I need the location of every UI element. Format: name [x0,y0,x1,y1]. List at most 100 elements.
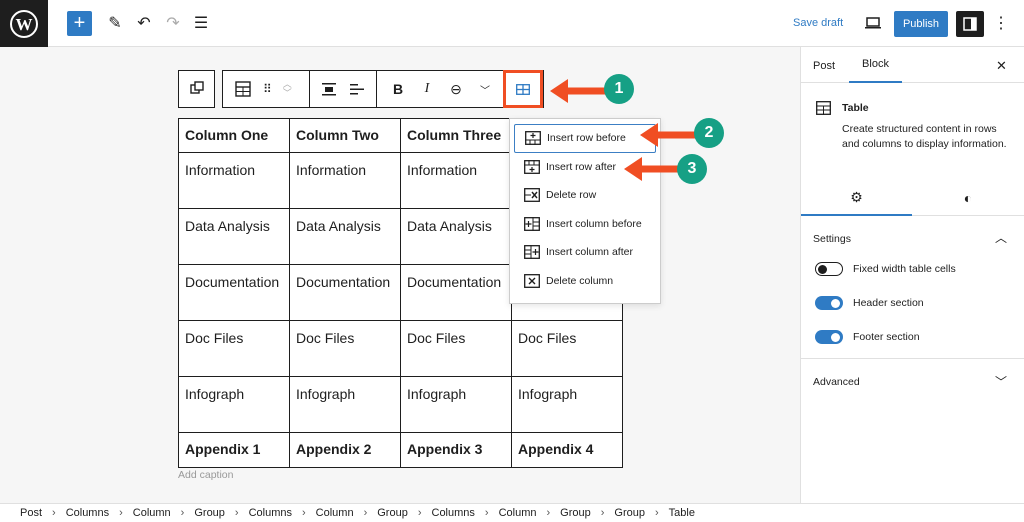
chevron-up-icon[interactable]: ︿ [995,229,1007,246]
table-cell[interactable]: Documentation [178,264,290,321]
align-center-icon[interactable] [321,82,336,96]
settings-tab[interactable]: ⚙ [801,181,912,216]
undo-icon[interactable]: ↶ [133,12,155,34]
gear-icon: ⚙ [850,189,863,205]
duplicate-blocks-icon [190,81,204,94]
toggle-switch[interactable] [815,330,843,344]
advanced-panel-title[interactable]: Advanced [813,376,860,388]
header-cell[interactable]: Column One [178,118,290,153]
table-cell[interactable]: Information [289,152,401,209]
table-cell[interactable]: Documentation [400,264,512,321]
table-cell[interactable]: Information [178,152,290,209]
table-cell[interactable]: Infograph [400,376,512,433]
settings-panel-toggle[interactable] [956,11,984,37]
sidebar-icon [963,17,977,31]
svg-text:W: W [16,15,33,34]
block-toolbar: ⠿ ︿ ﹀ B I ⊖ ﹀ [222,70,544,108]
redo-icon[interactable]: ↷ [162,12,184,34]
table-row: Doc Files Doc Files Doc Files Doc Files [178,320,623,377]
block-title: Table [842,102,869,114]
drag-handle-icon[interactable]: ⠿ [263,82,272,96]
menu-item-insert-column-before[interactable]: Insert column before [514,210,656,239]
toggle-switch[interactable] [815,262,843,276]
toggle-label: Footer section [853,331,920,343]
table-cell[interactable]: Data Analysis [178,208,290,265]
table-cell[interactable]: Data Analysis [289,208,401,265]
block-description: Create structured content in rows and co… [842,123,1007,150]
table-cell[interactable]: Infograph [289,376,401,433]
tab-block[interactable]: Block [849,47,902,83]
save-draft-button[interactable]: Save draft [793,17,843,29]
breadcrumb-item[interactable]: Columns [249,507,292,519]
table-cell[interactable]: Infograph [178,376,290,433]
table-cell[interactable]: Infograph [511,376,623,433]
footer-cell[interactable]: Appendix 1 [178,432,290,468]
breadcrumb-item[interactable]: Columns [432,507,475,519]
header-cell[interactable]: Column Two [289,118,401,153]
link-icon[interactable]: ⊖ [441,81,471,98]
menu-item-delete-row[interactable]: Delete row [514,181,656,210]
table-block-icon [816,101,831,115]
breadcrumb-item[interactable]: Column [133,507,171,519]
wordpress-logo-button[interactable]: W [0,0,48,47]
header-cell[interactable]: Column Three [400,118,512,153]
breadcrumb-item[interactable]: Columns [66,507,109,519]
options-menu-icon[interactable]: ⋮ [992,12,1010,34]
breadcrumb-item[interactable]: Table [669,507,695,519]
delete-row-icon [524,188,540,203]
move-up-down-icon[interactable]: ︿ ﹀ [283,80,292,98]
menu-item-insert-row-before[interactable]: Insert row before [514,124,656,153]
breadcrumb-separator-icon: › [363,507,368,519]
table-icon[interactable] [235,81,251,97]
publish-button[interactable]: Publish [894,11,948,37]
edit-table-button[interactable] [503,70,543,108]
block-switcher-button[interactable] [178,70,215,108]
toggle-footer-section[interactable]: Footer section [815,330,920,344]
annotation-badge-1: 1 [604,74,634,104]
italic-icon[interactable]: I [413,81,441,97]
footer-cell[interactable]: Appendix 3 [400,432,512,468]
table-cell[interactable]: Doc Files [400,320,512,377]
preview-icon[interactable] [862,12,884,34]
bold-icon[interactable]: B [383,81,413,97]
toggle-header-section[interactable]: Header section [815,296,924,310]
breadcrumb-separator-icon: › [234,507,239,519]
more-chevron-icon[interactable]: ﹀ [471,82,499,97]
breadcrumb-separator-icon: › [654,507,659,519]
breadcrumb-separator-icon: › [546,507,551,519]
text-align-icon[interactable] [349,82,364,96]
styles-tab[interactable]: ◐ [912,181,1024,216]
close-icon[interactable]: ✕ [996,58,1007,74]
breadcrumb-item[interactable]: Column [499,507,537,519]
edit-tools-icon[interactable]: ✎ [104,12,126,34]
toggle-switch[interactable] [815,296,843,310]
footer-cell[interactable]: Appendix 4 [511,432,623,468]
breadcrumb-item[interactable]: Group [614,507,645,519]
table-cell[interactable]: Documentation [289,264,401,321]
breadcrumb-item[interactable]: Group [194,507,225,519]
settings-panel-title[interactable]: Settings [813,233,851,245]
table-row: Infograph Infograph Infograph Infograph [178,376,623,433]
menu-item-delete-column[interactable]: Delete column [514,267,656,296]
table-cell[interactable]: Data Analysis [400,208,512,265]
chevron-down-icon[interactable]: ﹀ [995,373,1007,390]
caption-input[interactable]: Add caption [178,469,233,481]
add-block-button[interactable]: + [67,11,92,36]
tab-post[interactable]: Post [813,60,835,72]
menu-item-insert-column-after[interactable]: Insert column after [514,238,656,267]
breadcrumb-separator-icon: › [600,507,605,519]
footer-cell[interactable]: Appendix 2 [289,432,401,468]
breadcrumb-item[interactable]: Post [20,507,42,519]
breadcrumb-item[interactable]: Column [316,507,354,519]
table-cell[interactable]: Doc Files [289,320,401,377]
breadcrumb-item[interactable]: Group [560,507,591,519]
annotation-badge-3: 3 [677,154,707,184]
table-cell[interactable]: Doc Files [178,320,290,377]
table-cell[interactable]: Information [400,152,512,209]
menu-item-label: Delete column [546,274,614,287]
breadcrumb-item[interactable]: Group [377,507,408,519]
document-overview-icon[interactable]: ☰ [190,12,212,34]
table-cell[interactable]: Doc Files [511,320,623,377]
menu-item-label: Delete row [546,189,597,202]
toggle-fixed-width[interactable]: Fixed width table cells [815,262,956,276]
